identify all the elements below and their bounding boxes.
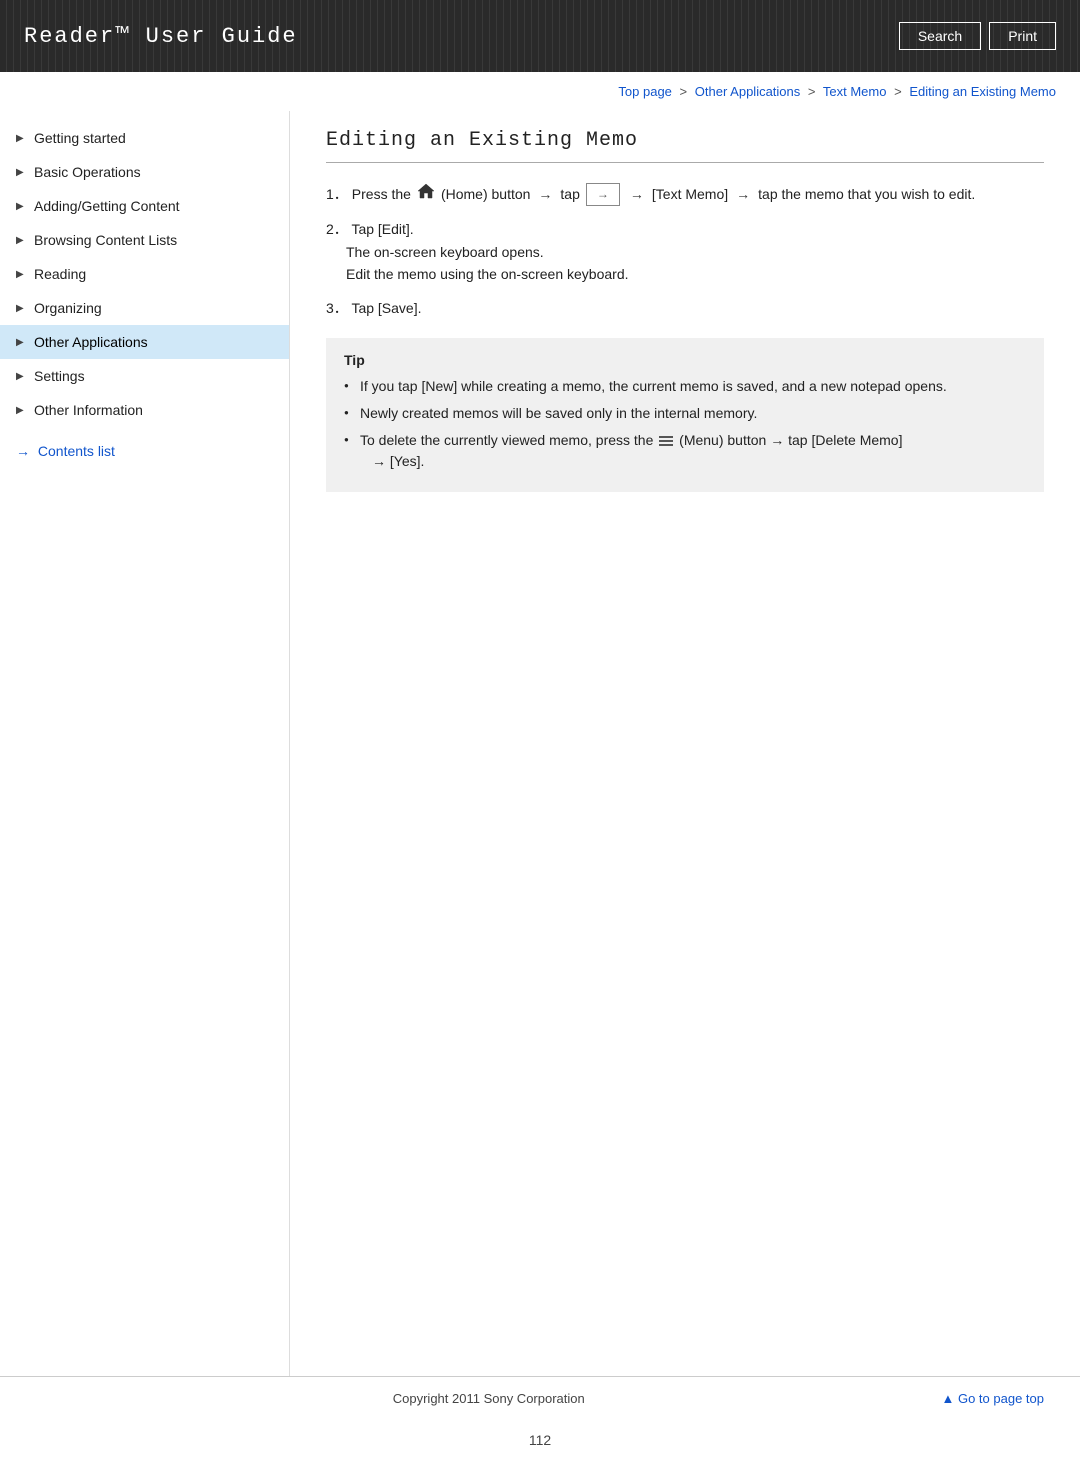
search-button[interactable]: Search: [899, 22, 981, 50]
sidebar-item-label: Adding/Getting Content: [34, 198, 180, 214]
go-to-top-link[interactable]: ▲ Go to page top: [942, 1391, 1045, 1406]
sidebar-item-label: Basic Operations: [34, 164, 141, 180]
step-1-text-memo: [Text Memo]: [652, 183, 728, 205]
tip-list: If you tap [New] while creating a memo, …: [344, 376, 1026, 472]
chevron-right-icon: ▶: [16, 167, 26, 177]
step-2-sub2: Edit the memo using the on-screen keyboa…: [346, 263, 1044, 285]
step-2-text: Tap [Edit].: [351, 221, 413, 237]
breadcrumb-sep3: >: [894, 84, 902, 99]
sidebar-item-label: Reading: [34, 266, 86, 282]
go-to-top-anchor[interactable]: ▲ Go to page top: [942, 1391, 1045, 1406]
step-3-text: Tap [Save].: [351, 300, 421, 316]
step-2-main: 2． Tap [Edit].: [326, 218, 1044, 240]
step-1: 1． Press the (Home) button → tap → → [Te…: [326, 183, 1044, 206]
tip-item-1-text: If you tap [New] while creating a memo, …: [360, 378, 947, 394]
step-2-num: 2．: [326, 221, 348, 237]
breadcrumb-text-memo[interactable]: Text Memo: [823, 84, 887, 99]
contents-list-link[interactable]: → Contents list: [16, 443, 115, 459]
sidebar-footer: → Contents list: [0, 427, 289, 467]
step-1-content: 1． Press the (Home) button → tap → → [Te…: [326, 183, 1044, 206]
tip-item-2: Newly created memos will be saved only i…: [344, 403, 1026, 424]
sidebar-item-settings[interactable]: ▶ Settings: [0, 359, 289, 393]
sidebar-item-label: Getting started: [34, 130, 126, 146]
step-1-num: 1．: [326, 183, 348, 205]
breadcrumb-sep2: >: [808, 84, 816, 99]
breadcrumb-other-applications[interactable]: Other Applications: [695, 84, 801, 99]
chevron-right-icon: ▶: [16, 235, 26, 245]
home-icon: [417, 183, 435, 199]
step-2-sub1: The on-screen keyboard opens.: [346, 241, 1044, 263]
chevron-right-icon: ▶: [16, 371, 26, 381]
arrow-button-image: →: [586, 183, 620, 206]
site-title: Reader™ User Guide: [24, 24, 298, 49]
step-1-home-label: (Home) button: [441, 183, 530, 205]
main-content: Editing an Existing Memo 1． Press the (H…: [290, 111, 1080, 1376]
sidebar-item-label: Other Information: [34, 402, 143, 418]
breadcrumb-top-page[interactable]: Top page: [618, 84, 672, 99]
step-1-rest: tap the memo that you wish to edit.: [758, 183, 975, 205]
tip-item-2-text: Newly created memos will be saved only i…: [360, 405, 757, 421]
sidebar-item-basic-operations[interactable]: ▶ Basic Operations: [0, 155, 289, 189]
menu-icon: [659, 434, 673, 448]
breadcrumb-current[interactable]: Editing an Existing Memo: [909, 84, 1056, 99]
sidebar-item-adding-getting-content[interactable]: ▶ Adding/Getting Content: [0, 189, 289, 223]
step-3: 3． Tap [Save].: [326, 297, 1044, 319]
step-2: 2． Tap [Edit]. The on-screen keyboard op…: [326, 218, 1044, 285]
print-button[interactable]: Print: [989, 22, 1056, 50]
step-1-text-before: Press the: [352, 183, 411, 205]
tip-title: Tip: [344, 352, 1026, 368]
footer-bar: Copyright 2011 Sony Corporation ▲ Go to …: [0, 1376, 1080, 1420]
tip-item-3: To delete the currently viewed memo, pre…: [344, 430, 1026, 472]
site-header: Reader™ User Guide Search Print: [0, 0, 1080, 72]
site-footer: Copyright 2011 Sony Corporation ▲ Go to …: [0, 1376, 1080, 1460]
sidebar-item-organizing[interactable]: ▶ Organizing: [0, 291, 289, 325]
arrow-right-icon: →: [538, 183, 552, 205]
arrow-right-icon3: →: [736, 183, 750, 205]
chevron-right-icon: ▶: [16, 337, 26, 347]
sidebar-item-other-information[interactable]: ▶ Other Information: [0, 393, 289, 427]
chevron-right-icon: ▶: [16, 405, 26, 415]
step-1-tap: tap: [560, 183, 579, 205]
sidebar-item-label: Settings: [34, 368, 85, 384]
step-2-sub: The on-screen keyboard opens. Edit the m…: [346, 241, 1044, 286]
page-number: 112: [0, 1420, 1080, 1460]
breadcrumb: Top page > Other Applications > Text Mem…: [0, 72, 1080, 111]
tip-item-3-text: To delete the currently viewed memo, pre…: [360, 432, 657, 448]
step-3-num: 3．: [326, 300, 348, 316]
sidebar-item-reading[interactable]: ▶ Reading: [0, 257, 289, 291]
chevron-right-icon: ▶: [16, 269, 26, 279]
chevron-right-icon: ▶: [16, 303, 26, 313]
breadcrumb-sep1: >: [680, 84, 688, 99]
chevron-right-icon: ▶: [16, 133, 26, 143]
arrow-right-icon: →: [16, 443, 30, 459]
tip-item-3-text2: (Menu) button → tap [Delete Memo]: [679, 432, 902, 448]
sidebar: ▶ Getting started ▶ Basic Operations ▶ A…: [0, 111, 290, 1376]
page-title: Editing an Existing Memo: [326, 129, 1044, 163]
tip-item-1: If you tap [New] while creating a memo, …: [344, 376, 1026, 397]
arrow-right-icon2: →: [630, 183, 644, 205]
sidebar-item-label: Organizing: [34, 300, 102, 316]
main-layout: ▶ Getting started ▶ Basic Operations ▶ A…: [0, 111, 1080, 1376]
sidebar-item-browsing-content-lists[interactable]: ▶ Browsing Content Lists: [0, 223, 289, 257]
footer-copyright: Copyright 2011 Sony Corporation: [36, 1391, 942, 1406]
tip-item-3-text3: → [Yes].: [372, 453, 424, 469]
sidebar-item-getting-started[interactable]: ▶ Getting started: [0, 121, 289, 155]
header-buttons: Search Print: [899, 22, 1056, 50]
sidebar-item-label: Other Applications: [34, 334, 148, 350]
sidebar-item-label: Browsing Content Lists: [34, 232, 177, 248]
chevron-right-icon: ▶: [16, 201, 26, 211]
contents-list-label: Contents list: [38, 443, 115, 459]
sidebar-item-other-applications[interactable]: ▶ Other Applications: [0, 325, 289, 359]
tip-box: Tip If you tap [New] while creating a me…: [326, 338, 1044, 492]
